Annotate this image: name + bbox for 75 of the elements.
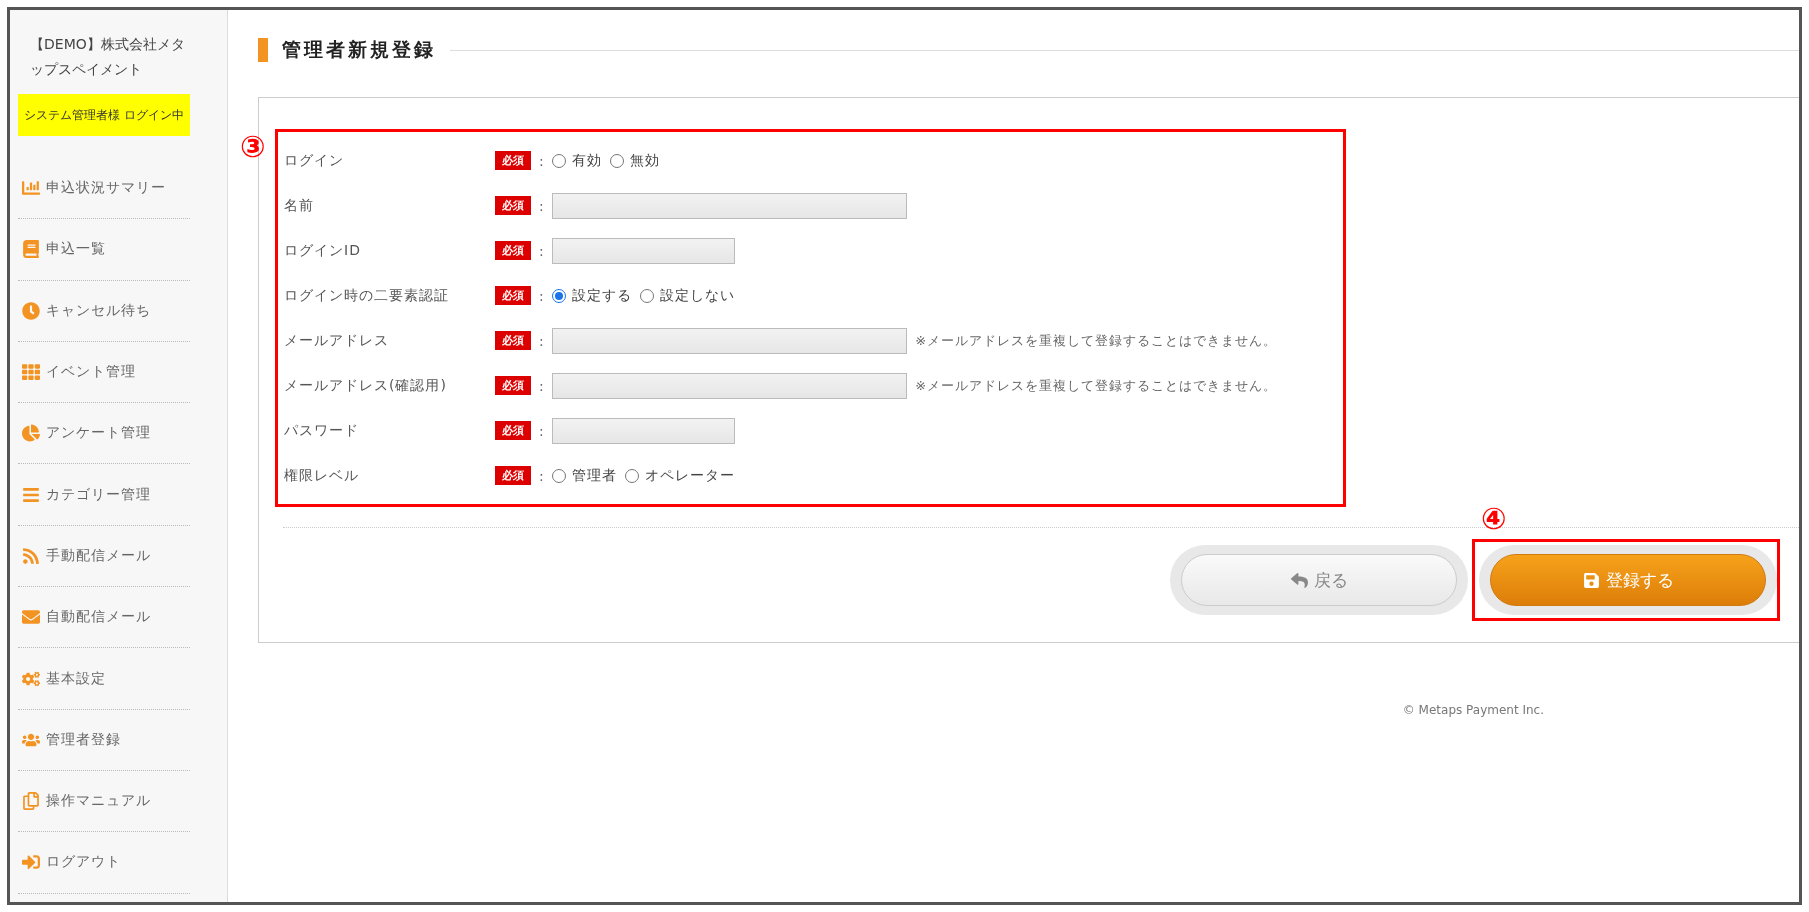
menu-item[interactable]: 操作マニュアル bbox=[18, 770, 190, 833]
colon: : bbox=[539, 377, 544, 394]
book-icon bbox=[22, 240, 40, 259]
option-label: 無効 bbox=[629, 151, 660, 170]
radio-button[interactable] bbox=[551, 288, 566, 303]
required-badge: 必須 bbox=[495, 376, 531, 395]
menu-item[interactable]: 申込一覧 bbox=[18, 219, 190, 281]
option-label: 設定する bbox=[571, 286, 632, 305]
field-label: メールアドレス bbox=[284, 331, 390, 350]
bar-chart-icon bbox=[22, 179, 40, 198]
colon: : bbox=[539, 197, 544, 214]
text-field[interactable] bbox=[551, 192, 908, 219]
colon: : bbox=[539, 422, 544, 439]
sign-in-icon bbox=[22, 853, 40, 872]
field-label: メールアドレス(確認用) bbox=[284, 376, 448, 395]
callout-number: ④ bbox=[1481, 504, 1507, 534]
text-field[interactable] bbox=[551, 417, 736, 444]
title-accent-bar bbox=[258, 38, 268, 62]
back-button[interactable]: 戻る bbox=[1181, 554, 1457, 606]
radio-button[interactable] bbox=[609, 153, 624, 168]
colon: : bbox=[539, 242, 544, 259]
required-badge: 必須 bbox=[495, 421, 531, 440]
radio-button[interactable] bbox=[551, 153, 566, 168]
required-badge: 必須 bbox=[495, 466, 531, 485]
option-label: 設定しない bbox=[659, 286, 735, 305]
gears-icon bbox=[22, 669, 40, 688]
text-field[interactable] bbox=[551, 237, 736, 264]
rss-icon bbox=[22, 546, 40, 565]
required-badge: 必須 bbox=[495, 151, 531, 170]
company-name: 【DEMO】株式会社メタップスペイメント bbox=[29, 35, 186, 79]
text-field[interactable] bbox=[551, 372, 908, 399]
menu-icon bbox=[22, 485, 40, 504]
grid-icon bbox=[22, 363, 40, 382]
login-status-badge: システム管理者様 ログイン中 bbox=[18, 94, 190, 136]
page-title: 管理者新規登録 bbox=[282, 37, 436, 62]
option-label: オペレーター bbox=[644, 466, 735, 485]
required-badge: 必須 bbox=[495, 331, 531, 350]
copyright-text: © Metaps Payment Inc. bbox=[1402, 703, 1544, 717]
field-label: 権限レベル bbox=[284, 466, 360, 485]
colon: : bbox=[539, 287, 544, 304]
required-badge: 必須 bbox=[495, 196, 531, 215]
field-label: 名前 bbox=[284, 196, 315, 215]
field-note: ※メールアドレスを重複して登録することはできません。 bbox=[915, 331, 1278, 350]
option-label: 管理者 bbox=[571, 466, 617, 485]
field-label: ログインID bbox=[284, 241, 362, 260]
text-field[interactable] bbox=[551, 327, 908, 354]
field-label: ログイン時の二要素認証 bbox=[284, 286, 450, 305]
menu-item[interactable]: 申込状況サマリー bbox=[18, 158, 190, 220]
option-label: 有効 bbox=[571, 151, 602, 170]
envelope-icon bbox=[22, 608, 40, 627]
copy-icon bbox=[22, 792, 40, 811]
callout-number: ③ bbox=[240, 132, 266, 162]
required-badge: 必須 bbox=[495, 241, 531, 260]
menu-item[interactable]: ログアウト bbox=[18, 832, 190, 894]
colon: : bbox=[539, 467, 544, 484]
radio-button[interactable] bbox=[624, 468, 639, 483]
menu-item[interactable]: アンケート管理 bbox=[18, 403, 190, 465]
field-label: ログイン bbox=[284, 151, 345, 170]
menu-item[interactable]: 管理者登録 bbox=[18, 709, 190, 771]
clock-icon bbox=[22, 301, 40, 320]
menu-item[interactable]: 手動配信メール bbox=[18, 525, 190, 588]
pie-chart-icon bbox=[22, 424, 40, 443]
colon: : bbox=[539, 152, 544, 169]
field-label: パスワード bbox=[284, 421, 360, 440]
reply-arrow-icon bbox=[1290, 571, 1308, 589]
colon: : bbox=[539, 332, 544, 349]
menu-item[interactable]: キャンセル待ち bbox=[18, 280, 190, 342]
menu-item[interactable]: 自動配信メール bbox=[18, 587, 190, 649]
menu-item[interactable]: イベント管理 bbox=[18, 341, 190, 404]
radio-button[interactable] bbox=[551, 468, 566, 483]
required-badge: 必須 bbox=[495, 286, 531, 305]
menu-item[interactable]: 基本設定 bbox=[18, 648, 190, 710]
menu-item[interactable]: カテゴリー管理 bbox=[18, 464, 190, 526]
radio-button[interactable] bbox=[639, 288, 654, 303]
field-note: ※メールアドレスを重複して登録することはできません。 bbox=[915, 376, 1278, 395]
